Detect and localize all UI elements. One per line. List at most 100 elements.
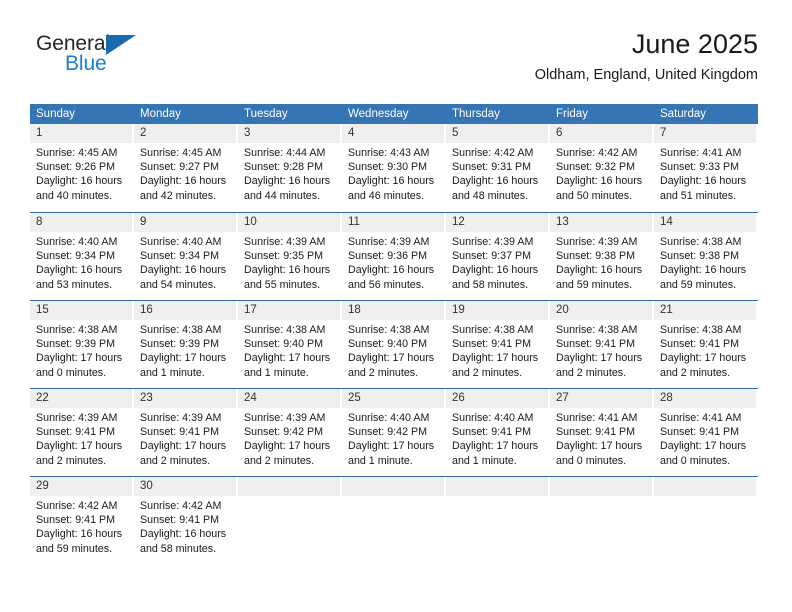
day-cell[interactable]: 3 Sunrise: 4:44 AM Sunset: 9:28 PM Daylight… <box>238 124 342 212</box>
day-cell-empty <box>238 477 342 564</box>
day-cell[interactable]: 28 Sunrise: 4:41 AM Sunset: 9:41 PM Dayligh… <box>654 389 758 476</box>
sunrise-text: Sunrise: 4:39 AM <box>452 236 534 248</box>
day-details: Sunrise: 4:38 AM Sunset: 9:40 PM Daylight:… <box>342 320 444 380</box>
sunset-text: Sunset: 9:38 PM <box>556 250 636 263</box>
sunrise-text: Sunrise: 4:42 AM <box>452 147 534 159</box>
day-details <box>654 496 756 499</box>
daylight-text-line1: Daylight: 16 hours <box>36 175 123 188</box>
day-cell[interactable]: 20 Sunrise: 4:38 AM Sunset: 9:41 PM Dayligh… <box>550 301 654 388</box>
weekday-header-saturday: Saturday <box>660 108 707 120</box>
sunrise-text: Sunrise: 4:39 AM <box>556 236 638 248</box>
day-cell[interactable]: 16 Sunrise: 4:38 AM Sunset: 9:39 PM Dayligh… <box>134 301 238 388</box>
page-subtitle: Oldham, England, United Kingdom <box>534 67 758 83</box>
calendar-page: General Blue June 2025 Oldham, England, … <box>0 0 792 612</box>
day-cell[interactable]: 8 Sunrise: 4:40 AM Sunset: 9:34 PM Daylight… <box>30 213 134 300</box>
day-details: Sunrise: 4:41 AM Sunset: 9:41 PM Daylight:… <box>654 408 756 468</box>
sunrise-text: Sunrise: 4:39 AM <box>140 412 222 424</box>
day-number: 27 <box>550 389 652 408</box>
day-cell[interactable]: 27 Sunrise: 4:41 AM Sunset: 9:41 PM Dayligh… <box>550 389 654 476</box>
day-cell[interactable]: 30 Sunrise: 4:42 AM Sunset: 9:41 PM Dayligh… <box>134 477 238 564</box>
day-cell[interactable]: 7 Sunrise: 4:41 AM Sunset: 9:33 PM Daylight… <box>654 124 758 212</box>
day-number <box>654 477 756 496</box>
day-details: Sunrise: 4:40 AM Sunset: 9:34 PM Daylight:… <box>134 232 236 292</box>
day-number: 26 <box>446 389 548 408</box>
weekday-header-monday: Monday <box>140 108 181 120</box>
day-cell[interactable]: 18 Sunrise: 4:38 AM Sunset: 9:40 PM Dayligh… <box>342 301 446 388</box>
day-details <box>342 496 444 499</box>
day-cell[interactable]: 9 Sunrise: 4:40 AM Sunset: 9:34 PM Daylight… <box>134 213 238 300</box>
day-cell[interactable]: 17 Sunrise: 4:38 AM Sunset: 9:40 PM Dayligh… <box>238 301 342 388</box>
day-details: Sunrise: 4:38 AM Sunset: 9:41 PM Daylight:… <box>550 320 652 380</box>
sunset-text: Sunset: 9:41 PM <box>660 338 740 351</box>
daylight-text-line1: Daylight: 16 hours <box>244 175 331 188</box>
day-details: Sunrise: 4:40 AM Sunset: 9:42 PM Daylight:… <box>342 408 444 468</box>
daylight-text-line1: Daylight: 17 hours <box>660 352 747 365</box>
day-cell[interactable]: 4 Sunrise: 4:43 AM Sunset: 9:30 PM Daylight… <box>342 124 446 212</box>
calendar-week-row: 8 Sunrise: 4:40 AM Sunset: 9:34 PM Daylight… <box>30 212 758 300</box>
sunrise-text: Sunrise: 4:41 AM <box>660 147 742 159</box>
sunrise-text: Sunrise: 4:43 AM <box>348 147 430 159</box>
daylight-text-line1: Daylight: 16 hours <box>556 175 643 188</box>
daylight-text-line2: and 2 minutes. <box>556 366 627 379</box>
sunrise-text: Sunrise: 4:38 AM <box>36 324 118 336</box>
day-cell[interactable]: 23 Sunrise: 4:39 AM Sunset: 9:41 PM Dayligh… <box>134 389 238 476</box>
daylight-text-line2: and 2 minutes. <box>660 366 731 379</box>
day-cell[interactable]: 12 Sunrise: 4:39 AM Sunset: 9:37 PM Dayligh… <box>446 213 550 300</box>
day-cell[interactable]: 29 Sunrise: 4:42 AM Sunset: 9:41 PM Dayligh… <box>30 477 134 564</box>
daylight-text-line2: and 0 minutes. <box>556 454 627 467</box>
day-number: 12 <box>446 213 548 232</box>
daylight-text-line1: Daylight: 16 hours <box>140 175 227 188</box>
sunset-text: Sunset: 9:39 PM <box>36 338 116 351</box>
day-number: 11 <box>342 213 444 232</box>
daylight-text-line1: Daylight: 17 hours <box>348 440 435 453</box>
day-cell[interactable]: 11 Sunrise: 4:39 AM Sunset: 9:36 PM Dayligh… <box>342 213 446 300</box>
day-cell[interactable]: 22 Sunrise: 4:39 AM Sunset: 9:41 PM Dayligh… <box>30 389 134 476</box>
day-cell[interactable]: 15 Sunrise: 4:38 AM Sunset: 9:39 PM Dayligh… <box>30 301 134 388</box>
day-cell-empty <box>550 477 654 564</box>
sunset-text: Sunset: 9:42 PM <box>348 426 428 439</box>
daylight-text-line2: and 42 minutes. <box>140 189 217 202</box>
sunrise-text: Sunrise: 4:45 AM <box>140 147 222 159</box>
day-details: Sunrise: 4:39 AM Sunset: 9:41 PM Daylight:… <box>134 408 236 468</box>
day-details: Sunrise: 4:41 AM Sunset: 9:41 PM Daylight:… <box>550 408 652 468</box>
sunrise-text: Sunrise: 4:39 AM <box>348 236 430 248</box>
daylight-text-line1: Daylight: 16 hours <box>660 175 747 188</box>
day-cell[interactable]: 10 Sunrise: 4:39 AM Sunset: 9:35 PM Dayligh… <box>238 213 342 300</box>
sunset-text: Sunset: 9:41 PM <box>36 514 116 527</box>
day-cell[interactable]: 2 Sunrise: 4:45 AM Sunset: 9:27 PM Daylight… <box>134 124 238 212</box>
day-cell[interactable]: 14 Sunrise: 4:38 AM Sunset: 9:38 PM Dayligh… <box>654 213 758 300</box>
logo-triangle-icon <box>106 35 136 55</box>
day-number: 3 <box>238 124 340 143</box>
day-details <box>238 496 340 499</box>
sunset-text: Sunset: 9:38 PM <box>660 250 740 263</box>
day-number <box>342 477 444 496</box>
day-cell[interactable]: 13 Sunrise: 4:39 AM Sunset: 9:38 PM Dayligh… <box>550 213 654 300</box>
day-cell[interactable]: 26 Sunrise: 4:40 AM Sunset: 9:41 PM Dayligh… <box>446 389 550 476</box>
daylight-text-line2: and 50 minutes. <box>556 189 633 202</box>
sunset-text: Sunset: 9:27 PM <box>140 161 220 174</box>
sunrise-text: Sunrise: 4:38 AM <box>660 236 742 248</box>
day-details: Sunrise: 4:44 AM Sunset: 9:28 PM Daylight:… <box>238 143 340 203</box>
day-number: 1 <box>30 124 132 143</box>
sunrise-text: Sunrise: 4:39 AM <box>244 412 326 424</box>
daylight-text-line1: Daylight: 16 hours <box>556 264 643 277</box>
sunset-text: Sunset: 9:32 PM <box>556 161 636 174</box>
daylight-text-line1: Daylight: 16 hours <box>140 528 227 541</box>
day-cell[interactable]: 1 Sunrise: 4:45 AM Sunset: 9:26 PM Daylight… <box>30 124 134 212</box>
day-cell[interactable]: 6 Sunrise: 4:42 AM Sunset: 9:32 PM Daylight… <box>550 124 654 212</box>
daylight-text-line2: and 2 minutes. <box>36 454 107 467</box>
day-number: 28 <box>654 389 756 408</box>
day-number: 19 <box>446 301 548 320</box>
day-cell[interactable]: 25 Sunrise: 4:40 AM Sunset: 9:42 PM Dayligh… <box>342 389 446 476</box>
day-number: 20 <box>550 301 652 320</box>
day-details: Sunrise: 4:39 AM Sunset: 9:35 PM Daylight:… <box>238 232 340 292</box>
day-cell[interactable]: 21 Sunrise: 4:38 AM Sunset: 9:41 PM Dayligh… <box>654 301 758 388</box>
day-cell[interactable]: 5 Sunrise: 4:42 AM Sunset: 9:31 PM Daylight… <box>446 124 550 212</box>
day-cell[interactable]: 19 Sunrise: 4:38 AM Sunset: 9:41 PM Dayligh… <box>446 301 550 388</box>
daylight-text-line2: and 1 minute. <box>452 454 517 467</box>
day-cell[interactable]: 24 Sunrise: 4:39 AM Sunset: 9:42 PM Dayligh… <box>238 389 342 476</box>
sunrise-text: Sunrise: 4:40 AM <box>348 412 430 424</box>
day-details: Sunrise: 4:39 AM Sunset: 9:38 PM Daylight:… <box>550 232 652 292</box>
daylight-text-line2: and 40 minutes. <box>36 189 113 202</box>
sunrise-text: Sunrise: 4:39 AM <box>36 412 118 424</box>
